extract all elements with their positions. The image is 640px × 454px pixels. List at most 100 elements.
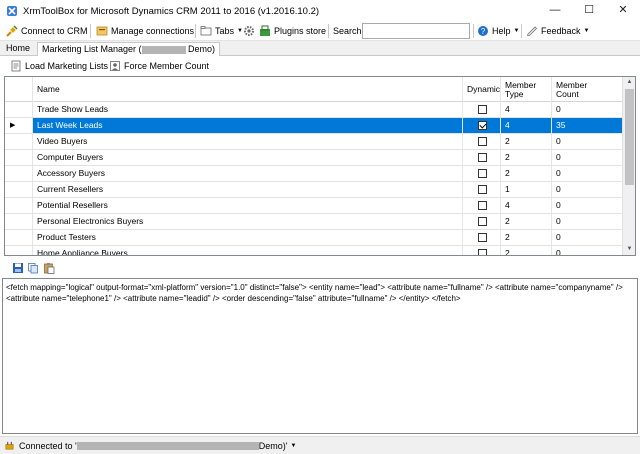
cell-member-type[interactable]: 4	[501, 198, 552, 213]
cell-dynamic	[463, 182, 501, 197]
table-row[interactable]: Potential Resellers 4 0	[5, 198, 623, 214]
cell-member-type[interactable]: 2	[501, 150, 552, 165]
table-row[interactable]: Product Testers 2 0	[5, 230, 623, 246]
load-marketing-lists-button[interactable]: Load Marketing Lists	[10, 59, 108, 73]
cell-member-type[interactable]: 2	[501, 230, 552, 245]
cell-name[interactable]: Video Buyers	[33, 134, 463, 149]
search-input[interactable]	[362, 23, 470, 39]
save-button[interactable]	[12, 261, 27, 275]
marketing-lists-grid[interactable]: Name Dynamic Member Type Member Count Tr…	[4, 76, 636, 256]
row-header[interactable]: ▶	[5, 118, 33, 133]
cell-member-count[interactable]: 0	[552, 246, 623, 255]
connect-to-crm-label: Connect to CRM	[21, 26, 88, 36]
dynamic-checkbox[interactable]	[478, 169, 487, 178]
row-header[interactable]	[5, 198, 33, 213]
cell-dynamic	[463, 166, 501, 181]
cell-member-count[interactable]: 0	[552, 166, 623, 181]
paste-button[interactable]	[43, 261, 58, 275]
maximize-button[interactable]: ☐	[572, 0, 606, 21]
row-header[interactable]	[5, 182, 33, 197]
current-row-arrow-icon: ▶	[10, 122, 16, 129]
cell-member-type[interactable]: 4	[501, 102, 552, 117]
row-header[interactable]	[5, 166, 33, 181]
cell-member-count[interactable]: 0	[552, 230, 623, 245]
close-button[interactable]: ✕	[606, 0, 640, 21]
cell-dynamic	[463, 102, 501, 117]
table-row[interactable]: Video Buyers 2 0	[5, 134, 623, 150]
cell-member-type[interactable]: 2	[501, 134, 552, 149]
feedback-dropdown-button[interactable]: Feedback ▼	[526, 24, 589, 38]
cell-member-count[interactable]: 0	[552, 214, 623, 229]
row-header[interactable]	[5, 102, 33, 117]
tab-home[interactable]: Home	[2, 42, 34, 56]
table-row[interactable]: Computer Buyers 2 0	[5, 150, 623, 166]
row-header[interactable]	[5, 214, 33, 229]
grid-vertical-scrollbar[interactable]: ▲ ▼	[622, 77, 635, 255]
cell-name[interactable]: Computer Buyers	[33, 150, 463, 165]
cell-name[interactable]: Product Testers	[33, 230, 463, 245]
help-dropdown-button[interactable]: ? Help ▼	[477, 24, 519, 38]
table-row[interactable]: ▶ Last Week Leads 4 35	[5, 118, 623, 134]
tab-strip: Home Marketing List Manager ( Demo)	[0, 41, 640, 57]
tab-marketing-list-manager[interactable]: Marketing List Manager ( Demo)	[37, 42, 221, 57]
row-header[interactable]	[5, 246, 33, 255]
cell-member-type[interactable]: 2	[501, 246, 552, 255]
column-header-dynamic[interactable]: Dynamic	[463, 77, 501, 102]
fetchxml-editor[interactable]: <fetch mapping="logical" output-format="…	[2, 278, 638, 434]
scroll-up-arrow-icon[interactable]: ▲	[623, 77, 635, 88]
table-row[interactable]: Current Resellers 1 0	[5, 182, 623, 198]
row-header[interactable]	[5, 134, 33, 149]
cell-member-type[interactable]: 2	[501, 166, 552, 181]
cell-member-count[interactable]: 0	[552, 134, 623, 149]
dynamic-checkbox[interactable]	[478, 233, 487, 242]
column-header-name[interactable]: Name	[33, 77, 463, 102]
cell-name[interactable]: Accessory Buyers	[33, 166, 463, 181]
table-row[interactable]: Personal Electronics Buyers 2 0	[5, 214, 623, 230]
cell-member-count[interactable]: 35	[552, 118, 623, 133]
settings-button[interactable]	[243, 24, 258, 38]
cell-member-count[interactable]: 0	[552, 102, 623, 117]
dynamic-checkbox[interactable]	[478, 121, 487, 130]
cell-member-count[interactable]: 0	[552, 150, 623, 165]
load-marketing-lists-label: Load Marketing Lists	[25, 61, 109, 71]
dynamic-checkbox[interactable]	[478, 137, 487, 146]
dynamic-checkbox[interactable]	[478, 185, 487, 194]
load-list-icon	[11, 60, 21, 72]
search-label: Search	[333, 26, 362, 36]
cell-name[interactable]: Home Appliance Buyers	[33, 246, 463, 255]
dynamic-checkbox[interactable]	[478, 153, 487, 162]
cell-name[interactable]: Trade Show Leads	[33, 102, 463, 117]
connect-to-crm-button[interactable]: Connect to CRM	[6, 24, 88, 38]
row-header[interactable]	[5, 150, 33, 165]
tabs-dropdown-button[interactable]: Tabs ▼	[200, 24, 243, 38]
plug-icon	[6, 25, 18, 37]
cell-member-type[interactable]: 2	[501, 214, 552, 229]
cell-member-count[interactable]: 0	[552, 182, 623, 197]
help-label: Help	[492, 26, 511, 36]
copy-button[interactable]	[27, 261, 42, 275]
dynamic-checkbox[interactable]	[478, 201, 487, 210]
manage-connections-button[interactable]: Manage connections	[96, 24, 194, 38]
force-member-count-button[interactable]: Force Member Count	[109, 59, 209, 73]
plugins-store-button[interactable]: Plugins store	[259, 24, 326, 38]
column-header-member-type[interactable]: Member Type	[501, 77, 552, 102]
table-row[interactable]: Trade Show Leads 4 0	[5, 102, 623, 118]
cell-name[interactable]: Potential Resellers	[33, 198, 463, 213]
minimize-button[interactable]: —	[538, 0, 572, 21]
cell-member-type[interactable]: 4	[501, 118, 552, 133]
dynamic-checkbox[interactable]	[478, 249, 487, 255]
dynamic-checkbox[interactable]	[478, 105, 487, 114]
cell-member-type[interactable]: 1	[501, 182, 552, 197]
cell-member-count[interactable]: 0	[552, 198, 623, 213]
connection-status[interactable]: Connected to ' Demo)' ▼	[4, 440, 296, 451]
scroll-down-arrow-icon[interactable]: ▼	[623, 244, 635, 255]
scrollbar-thumb[interactable]	[625, 89, 634, 185]
cell-name[interactable]: Last Week Leads	[33, 118, 463, 133]
dynamic-checkbox[interactable]	[478, 217, 487, 226]
column-header-member-count[interactable]: Member Count	[552, 77, 623, 102]
table-row[interactable]: Accessory Buyers 2 0	[5, 166, 623, 182]
cell-name[interactable]: Personal Electronics Buyers	[33, 214, 463, 229]
row-header[interactable]	[5, 230, 33, 245]
cell-name[interactable]: Current Resellers	[33, 182, 463, 197]
table-row[interactable]: Home Appliance Buyers 2 0	[5, 246, 623, 255]
